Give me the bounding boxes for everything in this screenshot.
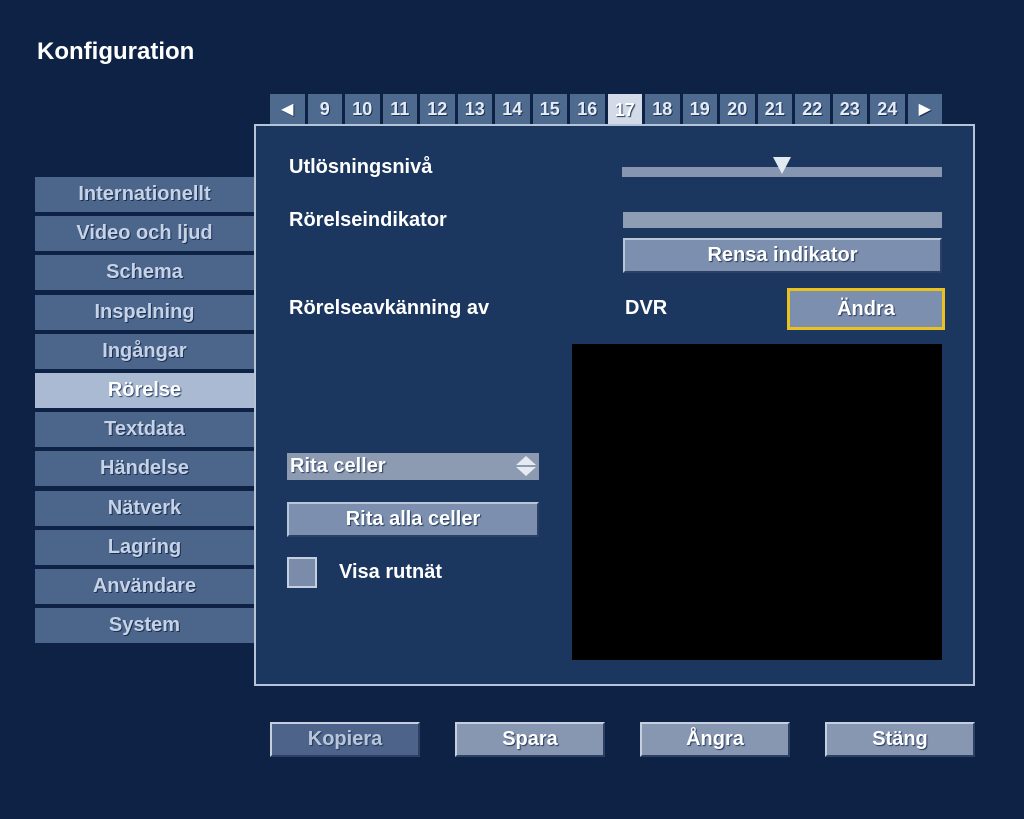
tab-channel-17[interactable]: 17 [607,94,642,126]
tab-channel-19[interactable]: 19 [682,94,717,124]
sidebar: Internationellt Video och ljud Schema In… [35,177,254,647]
motion-detection-by-label: Rörelseavkänning av [289,297,490,319]
motion-indicator-bar [623,212,942,228]
sidebar-item-video-och-ljud[interactable]: Video och ljud [35,216,254,252]
close-button[interactable]: Stäng [825,722,975,757]
sidebar-item-rorelse[interactable]: Rörelse [35,372,254,408]
tab-channel-24[interactable]: 24 [870,94,905,124]
tab-channel-11[interactable]: 11 [382,94,417,124]
prev-channel-icon[interactable]: ◀ [270,94,305,124]
motion-indicator-label: Rörelseindikator [289,209,447,231]
tab-channel-14[interactable]: 14 [495,94,530,124]
sidebar-item-lagring[interactable]: Lagring [35,529,254,565]
sidebar-item-system[interactable]: System [35,608,254,644]
tab-channel-16[interactable]: 16 [570,94,605,124]
tab-channel-15[interactable]: 15 [532,94,567,124]
sidebar-item-anvandare[interactable]: Användare [35,568,254,604]
sidebar-item-handelse[interactable]: Händelse [35,451,254,487]
undo-button[interactable]: Ångra [640,722,790,757]
next-channel-icon[interactable]: ▶ [907,94,942,124]
change-button[interactable]: Ändra [787,288,945,330]
tab-channel-9[interactable]: 9 [307,94,342,124]
sidebar-item-inspelning[interactable]: Inspelning [35,294,254,330]
tab-channel-23[interactable]: 23 [832,94,867,124]
motion-detection-by-value: DVR [625,297,668,319]
show-grid-label: Visa rutnät [339,561,442,583]
tab-channel-18[interactable]: 18 [645,94,680,124]
clear-indicator-button[interactable]: Rensa indikator [623,238,942,273]
tab-channel-13[interactable]: 13 [457,94,492,124]
up-down-arrow-icon[interactable] [515,455,537,477]
slider-thumb-icon[interactable] [773,157,791,174]
sidebar-item-ingangar[interactable]: Ingångar [35,333,254,369]
video-preview[interactable] [572,344,942,660]
show-grid-checkbox[interactable] [287,557,317,588]
sidebar-item-internationellt[interactable]: Internationellt [35,177,254,212]
copy-button[interactable]: Kopiera [270,722,420,757]
draw-all-cells-button[interactable]: Rita alla celler [287,502,539,537]
draw-mode-select[interactable]: Rita celler [287,453,539,480]
tab-channel-20[interactable]: 20 [720,94,755,124]
sidebar-item-textdata[interactable]: Textdata [35,412,254,448]
tab-channel-12[interactable]: 12 [420,94,455,124]
tab-channel-10[interactable]: 10 [345,94,380,124]
draw-mode-select-value: Rita celler [290,455,386,477]
tab-channel-22[interactable]: 22 [795,94,830,124]
sidebar-item-natverk[interactable]: Nätverk [35,490,254,526]
sidebar-item-schema[interactable]: Schema [35,255,254,291]
page-title: Konfiguration [37,38,195,65]
tab-channel-21[interactable]: 21 [757,94,792,124]
save-button[interactable]: Spara [455,722,605,757]
channel-tabs: ◀ 9 10 11 12 13 14 15 16 17 18 19 20 21 … [270,94,942,126]
trigger-level-label: Utlösningsnivå [289,156,433,178]
